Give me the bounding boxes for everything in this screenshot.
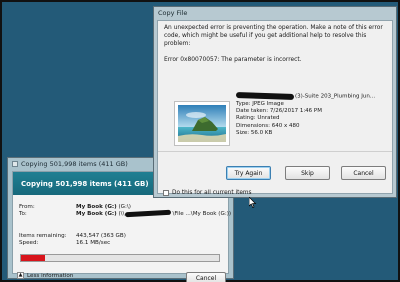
to-label: To: [19,211,27,217]
speed-row: Speed: 16.1 MB/sec [19,240,110,246]
file-dimensions: Dimensions: 640 x 480 [236,122,300,129]
items-remaining-row: Items remaining: 443,547 (363 GB) [19,233,126,239]
less-information-label: Less information [27,272,74,279]
items-remaining-label: Items remaining: [19,233,67,239]
to-row: To: My Book (G:) (\\ \File ...\My Book (G… [19,209,231,218]
error-window-title: Copy File [158,9,188,17]
file-date: Date taken: 7/26/2017 1:46 PM [236,108,322,115]
file-info: (3)-Suite 203_Plumbing Jun... Type: JPEG… [235,91,375,137]
error-message: An unexpected error is preventing the op… [164,25,383,47]
chevron-up-icon: ▲ [17,272,24,279]
copy-banner-text: Copying 501,998 items (411 GB) [21,179,149,188]
copy-file-error-dialog: Copy File An unexpected error is prevent… [153,6,397,198]
error-button-area: Try Again Skip Cancel Do this for all cu… [158,151,392,196]
error-titlebar[interactable]: Copy File [154,7,396,19]
mouse-cursor-icon [249,197,257,208]
progress-fill [21,255,45,261]
file-rating: Rating: Unrated [236,115,280,122]
copy-window-title: Copying 501,998 items (411 GB) [21,160,128,168]
from-row: From: My Book (G:) (G:\) [19,204,131,210]
error-cancel-button[interactable]: Cancel [341,166,386,180]
file-thumbnail [174,101,230,146]
error-client-area: An unexpected error is preventing the op… [157,20,393,196]
try-again-button[interactable]: Try Again [226,166,271,180]
landscape-image-icon [178,105,226,142]
skip-button[interactable]: Skip [285,166,330,180]
from-value[interactable]: My Book (G:) (G:\) [76,204,131,210]
file-size: Size: 56.0 KB [236,129,273,136]
from-label: From: [19,204,35,210]
apply-to-all-checkbox[interactable]: Do this for all current items [163,190,252,196]
speed-value: 16.1 MB/sec [76,240,111,246]
items-remaining-value: 443,547 (363 GB) [76,233,126,239]
to-value[interactable]: My Book (G:) (\\ \File ...\My Book (G:)) [76,209,231,218]
redaction-scribble [235,91,295,101]
file-name: (3)-Suite 203_Plumbing Jun... [235,91,375,101]
less-information-toggle[interactable]: ▲ Less information [17,272,73,279]
checkbox-box[interactable] [163,190,169,196]
error-code: Error 0x80070057: The parameter is incor… [164,57,302,63]
copy-cancel-button[interactable]: Cancel [186,272,226,282]
copy-progress-bar [20,254,220,262]
apply-to-all-label: Do this for all current items [172,190,252,196]
redaction-scribble [125,209,172,218]
speed-label: Speed: [19,240,39,246]
file-type: Type: JPEG Image [236,100,284,107]
window-icon [12,161,18,167]
